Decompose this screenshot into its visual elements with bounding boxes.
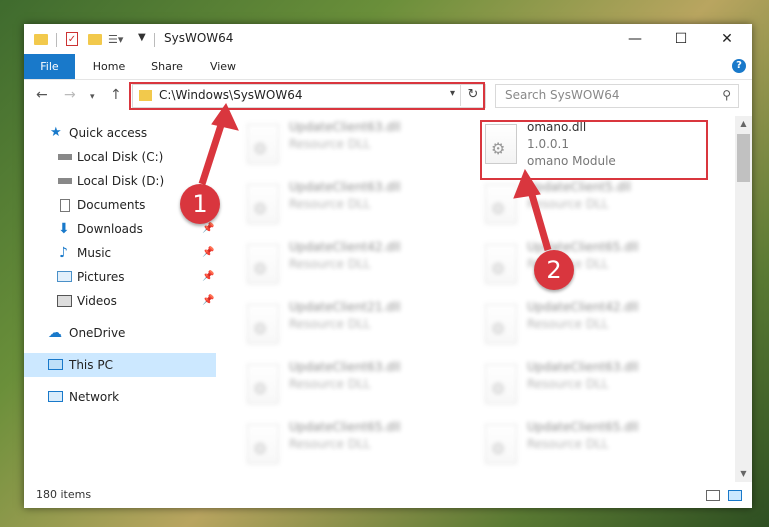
step-2-badge: 2 — [534, 250, 574, 290]
annotation-arrows — [198, 103, 552, 251]
arrow-1-shaft — [198, 120, 226, 186]
arrow-1-head — [211, 103, 239, 131]
arrow-2-head — [513, 168, 541, 199]
arrow-2-shaft — [526, 187, 552, 251]
step-1-badge: 1 — [180, 184, 220, 224]
